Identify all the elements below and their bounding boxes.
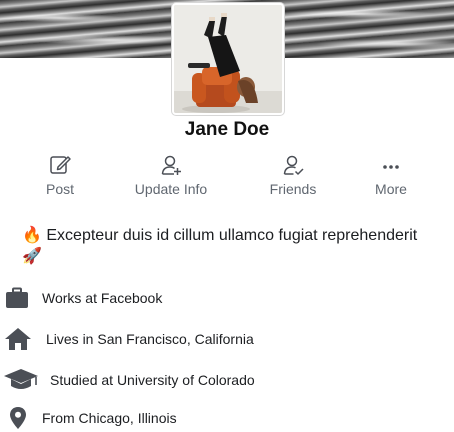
graduation-cap-icon xyxy=(3,367,39,393)
detail-work: Works at Facebook xyxy=(0,285,454,311)
more-icon xyxy=(383,165,399,169)
bio-text: Excepteur duis id cillum ullamco fugiat … xyxy=(46,227,418,244)
friends-button[interactable]: Friends xyxy=(243,152,343,197)
fire-emoji: 🔥 xyxy=(22,227,42,244)
bio: 🔥 Excepteur duis id cillum ullamco fugia… xyxy=(22,225,432,267)
friends-label: Friends xyxy=(269,181,317,197)
home-icon xyxy=(4,327,32,351)
detail-education: Studied at University of Colorado xyxy=(0,367,454,393)
profile-name: Jane Doe xyxy=(184,119,270,140)
location-pin-icon xyxy=(9,406,27,430)
detail-home-text: Lives in San Francisco, California xyxy=(46,331,254,347)
user-add-icon xyxy=(161,155,181,175)
more-label: More xyxy=(375,181,407,197)
detail-hometown: From Chicago, Illinois xyxy=(0,405,454,431)
update-info-label: Update Info xyxy=(134,181,208,197)
post-button[interactable]: Post xyxy=(10,152,110,197)
detail-education-text: Studied at University of Colorado xyxy=(50,372,255,388)
detail-home: Lives in San Francisco, California xyxy=(0,326,454,352)
detail-hometown-text: From Chicago, Illinois xyxy=(42,410,177,426)
friends-icon xyxy=(283,155,304,175)
avatar[interactable] xyxy=(172,3,284,115)
detail-work-text: Works at Facebook xyxy=(42,290,163,306)
avatar-photo xyxy=(174,5,282,113)
action-bar: Post Update Info Friends More xyxy=(0,152,454,202)
edit-icon xyxy=(50,156,71,174)
update-info-button[interactable]: Update Info xyxy=(121,152,221,197)
rocket-emoji: 🚀 xyxy=(22,248,42,265)
post-label: Post xyxy=(45,181,74,197)
more-button[interactable]: More xyxy=(341,152,441,197)
briefcase-icon xyxy=(5,287,29,309)
